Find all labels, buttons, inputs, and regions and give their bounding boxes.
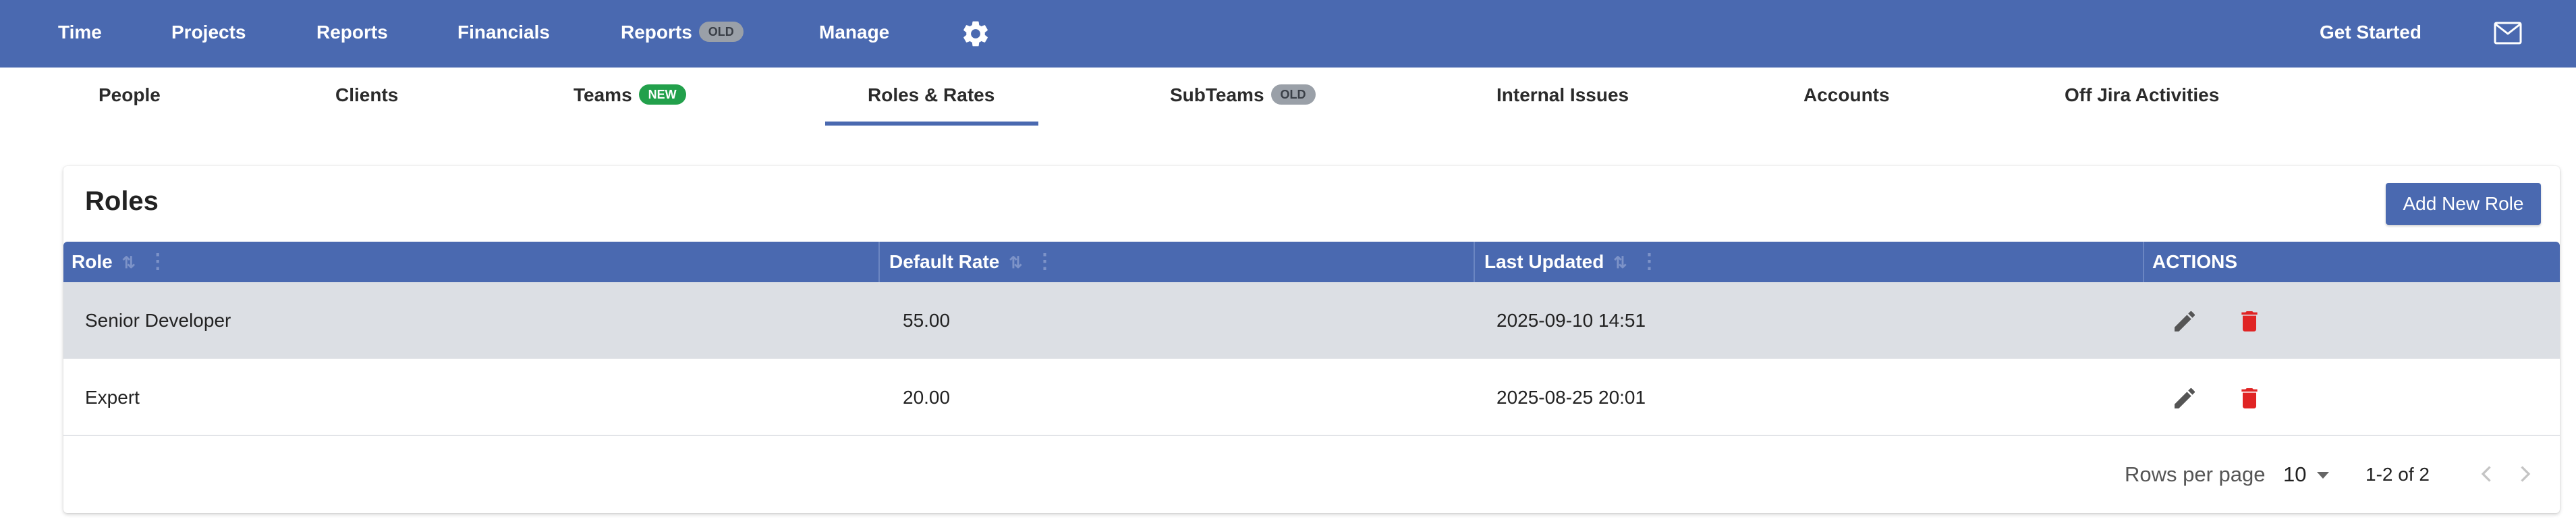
tab-label: People [99, 84, 161, 105]
tab-people[interactable]: People [99, 68, 161, 128]
delete-trash-icon[interactable] [2236, 385, 2263, 412]
rows-per-page-value: 10 [2283, 462, 2307, 486]
nav-item-time[interactable]: Time [58, 0, 102, 68]
nav-item-reports[interactable]: Reports [316, 0, 388, 68]
chevron-right-icon[interactable] [2513, 462, 2537, 486]
nav-item-label: Time [58, 22, 102, 43]
chevron-left-icon[interactable] [2475, 462, 2499, 486]
tab-roles-rates[interactable]: Roles & Rates [868, 68, 995, 128]
tab-label: Accounts [1803, 84, 1890, 105]
tab-label: SubTeams [1170, 84, 1264, 105]
cell-last-updated: 2025-09-10 14:51 [1496, 310, 1646, 331]
nav-item-label: Projects [171, 22, 246, 43]
tab-label: Internal Issues [1496, 84, 1629, 105]
nav-item-financials[interactable]: Financials [457, 0, 550, 68]
tab-teams[interactable]: Teams NEW [573, 68, 686, 128]
delete-trash-icon[interactable] [2236, 308, 2263, 335]
cell-default-rate: 55.00 [903, 310, 951, 331]
new-badge: NEW [638, 84, 686, 105]
page-title: Roles [85, 186, 159, 216]
top-navigation-bar: Time Projects Reports Financials Reports… [0, 0, 2576, 68]
nav-item-label: Manage [819, 22, 890, 43]
column-menu-icon[interactable]: ⋮ [1034, 242, 1055, 282]
get-started-link[interactable]: Get Started [2320, 0, 2421, 68]
column-header-role[interactable]: Role ⇅ ⋮ [72, 242, 168, 282]
tab-internal-issues[interactable]: Internal Issues [1496, 68, 1629, 128]
cell-default-rate: 20.00 [903, 387, 951, 408]
gear-icon[interactable] [960, 18, 991, 49]
nav-item-label: Reports [621, 22, 692, 43]
column-menu-icon[interactable]: ⋮ [1639, 242, 1659, 282]
nav-item-label: Financials [457, 22, 550, 43]
tab-label: Off Jira Activities [2065, 84, 2220, 105]
tab-clients[interactable]: Clients [335, 68, 398, 128]
edit-pencil-icon[interactable] [2171, 385, 2198, 412]
nav-item-reports-old[interactable]: Reports OLD [621, 0, 744, 68]
tab-off-jira-activities[interactable]: Off Jira Activities [2065, 68, 2219, 128]
column-divider[interactable] [878, 242, 880, 282]
column-divider[interactable] [1474, 242, 1475, 282]
tab-label: Clients [335, 84, 399, 105]
old-badge: OLD [1270, 84, 1316, 105]
cell-role: Senior Developer [85, 310, 231, 331]
column-menu-icon[interactable]: ⋮ [148, 242, 168, 282]
sub-navigation-tabs: People Clients Teams NEW Roles & Rates Su… [0, 68, 2576, 128]
get-started-label: Get Started [2320, 22, 2421, 43]
table-row[interactable]: Expert 20.00 2025-08-25 20:01 [63, 359, 2560, 436]
column-divider[interactable] [2143, 242, 2144, 282]
pagination-range: 1-2 of 2 [2365, 464, 2430, 485]
edit-pencil-icon[interactable] [2171, 308, 2198, 335]
column-header-label: Last Updated [1484, 251, 1604, 272]
nav-item-projects[interactable]: Projects [171, 0, 246, 68]
tab-accounts[interactable]: Accounts [1803, 68, 1890, 128]
table-row[interactable]: Senior Developer 55.00 2025-09-10 14:51 [63, 282, 2560, 359]
column-header-default-rate[interactable]: Default Rate ⇅ ⋮ [889, 242, 1055, 282]
cell-last-updated: 2025-08-25 20:01 [1496, 387, 1646, 408]
column-header-last-updated[interactable]: Last Updated ⇅ ⋮ [1484, 242, 1659, 282]
tab-label: Teams [573, 84, 632, 105]
rows-per-page-label: Rows per page [2125, 462, 2266, 486]
mail-icon[interactable] [2494, 22, 2522, 45]
table-header: Role ⇅ ⋮ Default Rate ⇅ ⋮ Last Updated ⇅ ⋮ ACT… [63, 242, 2560, 282]
old-badge: OLD [698, 21, 744, 42]
column-header-label: Role [72, 251, 113, 272]
active-tab-indicator [825, 122, 1038, 126]
add-new-role-button[interactable]: Add New Role [2386, 183, 2541, 225]
cell-role: Expert [85, 387, 140, 408]
rows-per-page-select[interactable]: 10 [2283, 456, 2330, 493]
column-header-actions: ACTIONS [2152, 242, 2237, 282]
nav-item-label: Reports [316, 22, 388, 43]
sort-icon[interactable]: ⇅ [1613, 243, 1627, 284]
column-header-label: ACTIONS [2152, 251, 2237, 272]
sort-icon[interactable]: ⇅ [1009, 243, 1022, 284]
sort-icon[interactable]: ⇅ [122, 243, 136, 284]
tab-subteams[interactable]: SubTeams OLD [1170, 68, 1316, 128]
table-pagination: Rows per page 10 1-2 of 2 [63, 436, 2560, 513]
caret-down-icon [2317, 472, 2330, 479]
column-header-label: Default Rate [889, 251, 1000, 272]
roles-card: Roles Add New Role Role ⇅ ⋮ Default Rate ⇅ ⋮… [63, 166, 2560, 513]
tab-label: Roles & Rates [868, 84, 995, 105]
nav-item-manage[interactable]: Manage [819, 0, 889, 68]
